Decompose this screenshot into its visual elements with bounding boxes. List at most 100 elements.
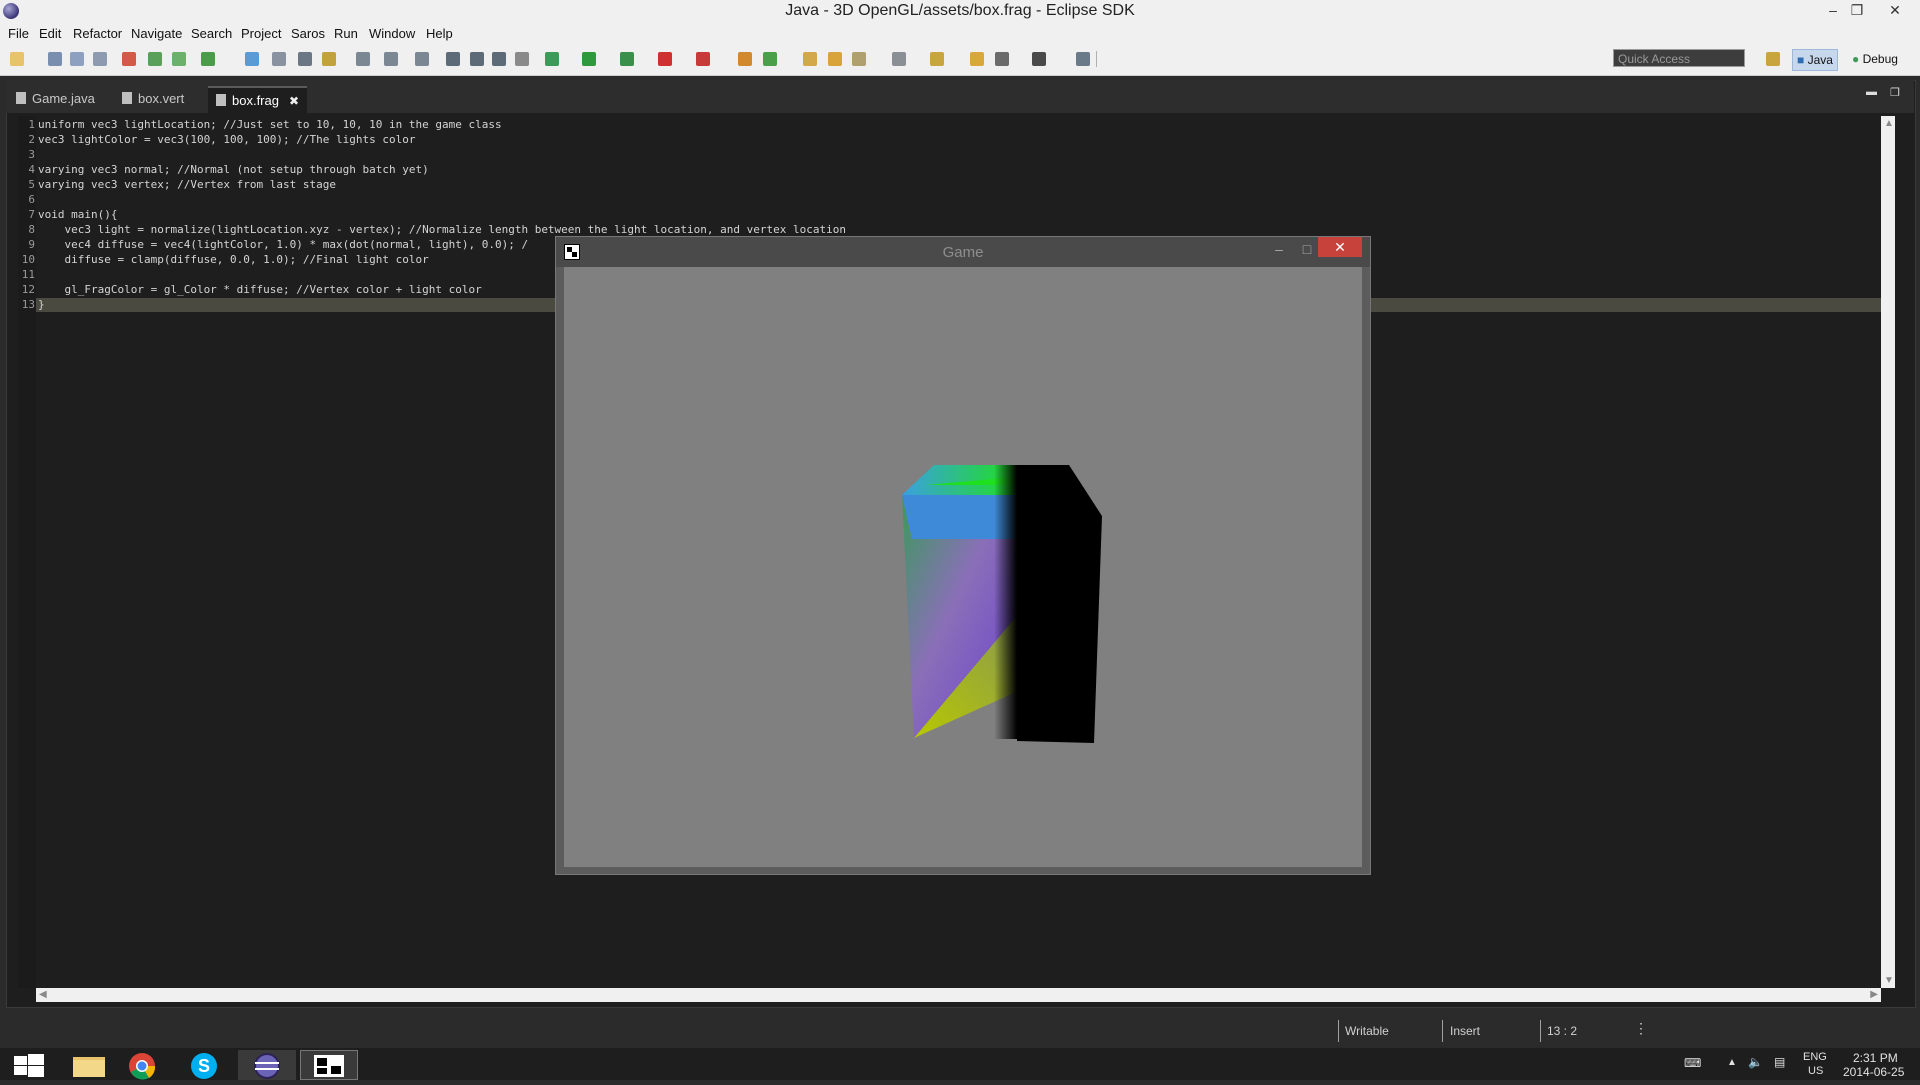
status-separator — [1338, 1020, 1339, 1042]
coverage-icon[interactable] — [620, 52, 634, 66]
check-icon[interactable] — [201, 52, 215, 66]
scroll-down-icon[interactable]: ▼ — [1884, 975, 1894, 986]
annotation-icon[interactable] — [892, 52, 906, 66]
suspend-icon[interactable] — [470, 52, 484, 66]
horizontal-scrollbar[interactable]: ◀ ▶ — [36, 988, 1881, 1002]
line-number: 13 — [21, 298, 35, 311]
windows-start-button[interactable] — [2, 1050, 60, 1080]
save-all-icon[interactable] — [70, 52, 84, 66]
menu-help[interactable]: Help — [426, 26, 453, 41]
code-line[interactable]: void main(){ — [38, 208, 117, 221]
code-line[interactable]: vec3 light = normalize(lightLocation.xyz… — [38, 223, 845, 236]
drop-frame-icon[interactable] — [356, 52, 370, 66]
network-icon[interactable]: ▤ — [1774, 1055, 1785, 1069]
close-icon[interactable]: ✖ — [289, 94, 299, 108]
open-type-icon[interactable] — [803, 52, 817, 66]
resume-icon[interactable] — [446, 52, 460, 66]
bookmark-icon[interactable] — [930, 52, 944, 66]
terminate-icon[interactable] — [492, 52, 506, 66]
prev-annotation-icon[interactable] — [970, 52, 984, 66]
maximize-editor-icon[interactable]: ❐ — [1890, 86, 1900, 99]
status-menu-icon[interactable]: ⋮ — [1634, 1020, 1648, 1037]
code-line[interactable]: vec3 lightColor = vec3(100, 100, 100); /… — [38, 133, 416, 146]
tab-label: Game.java — [32, 91, 95, 106]
chrome-button[interactable] — [114, 1050, 172, 1080]
skype-icon: S — [191, 1053, 217, 1079]
main-toolbar: Quick Access ■ Java ● Debug — [0, 43, 1920, 76]
game-close-icon[interactable]: ✕ — [1318, 237, 1362, 257]
step-icon[interactable] — [322, 52, 336, 66]
tab-label: box.vert — [138, 91, 185, 106]
save-icon[interactable] — [48, 52, 62, 66]
step-return-icon[interactable] — [415, 52, 429, 66]
new-icon[interactable] — [10, 52, 24, 66]
disconnect-icon[interactable] — [515, 52, 529, 66]
game-canvas[interactable] — [564, 267, 1362, 867]
menu-file[interactable]: File — [8, 26, 29, 41]
game-minimize-icon[interactable]: – — [1264, 239, 1294, 259]
stop-icon[interactable] — [658, 52, 672, 66]
clock-time[interactable]: 2:31 PM — [1853, 1051, 1898, 1065]
tray-expand-icon[interactable]: ▲ — [1727, 1057, 1737, 1068]
skype-button[interactable]: S — [176, 1050, 234, 1080]
minimize-editor-icon[interactable]: ▬ — [1866, 86, 1877, 98]
open-folder-icon[interactable] — [828, 52, 842, 66]
back-icon[interactable] — [995, 52, 1009, 66]
scroll-left-icon[interactable]: ◀ — [39, 989, 47, 1000]
new-class-icon[interactable] — [763, 52, 777, 66]
menu-search[interactable]: Search — [191, 26, 232, 41]
pin-icon[interactable] — [1076, 52, 1090, 66]
menu-navigate[interactable]: Navigate — [131, 26, 182, 41]
volume-icon[interactable]: 🔈 — [1748, 1055, 1763, 1069]
game-taskbar-button[interactable] — [300, 1050, 358, 1080]
code-line[interactable]: diffuse = clamp(diffuse, 0.0, 1.0); //Fi… — [38, 253, 428, 266]
menu-refactor[interactable]: Refactor — [73, 26, 122, 41]
file-explorer-button[interactable] — [60, 1050, 118, 1080]
code-line[interactable]: gl_FragColor = gl_Color * diffuse; //Ver… — [38, 283, 481, 296]
brush-icon[interactable] — [852, 52, 866, 66]
language-indicator[interactable]: ENG — [1803, 1051, 1827, 1063]
new-package-icon[interactable] — [738, 52, 752, 66]
skip-icon[interactable] — [272, 52, 286, 66]
task-icon[interactable] — [122, 52, 136, 66]
upload-icon[interactable] — [172, 52, 186, 66]
close-icon[interactable]: ✕ — [1880, 0, 1910, 20]
redo-icon[interactable] — [384, 52, 398, 66]
perspective-java[interactable]: ■ Java — [1792, 49, 1838, 71]
menu-run[interactable]: Run — [334, 26, 358, 41]
menu-project[interactable]: Project — [241, 26, 281, 41]
external-tools-icon[interactable] — [696, 52, 710, 66]
tab-game-java[interactable]: Game.java — [10, 86, 101, 111]
scroll-up-icon[interactable]: ▲ — [1884, 118, 1894, 129]
download-icon[interactable] — [148, 52, 162, 66]
perspective-java-label: Java — [1807, 53, 1833, 67]
menu-window[interactable]: Window — [369, 26, 415, 41]
code-line[interactable]: varying vec3 normal; //Normal (not setup… — [38, 163, 429, 176]
code-line[interactable]: } — [38, 298, 45, 311]
eclipse-taskbar-button[interactable] — [238, 1050, 296, 1080]
menu-saros[interactable]: Saros — [291, 26, 325, 41]
terminal-icon[interactable] — [245, 52, 259, 66]
run-icon[interactable] — [582, 52, 596, 66]
scroll-right-icon[interactable]: ▶ — [1870, 989, 1878, 1000]
clock-date[interactable]: 2014-06-25 — [1843, 1065, 1904, 1079]
perspective-debug[interactable]: ● Debug — [1852, 49, 1898, 69]
forward-icon[interactable] — [1032, 52, 1046, 66]
quick-access-input[interactable]: Quick Access — [1613, 49, 1745, 67]
game-titlebar[interactable]: Game – □ ✕ — [556, 237, 1370, 267]
region-indicator[interactable]: US — [1808, 1065, 1823, 1077]
tab-box-vert[interactable]: box.vert — [116, 86, 190, 111]
restore-icon[interactable]: ❐ — [1842, 0, 1872, 20]
tab-box-frag[interactable]: box.frag ✖ — [208, 86, 308, 113]
debug-icon[interactable] — [545, 52, 559, 66]
vertical-scrollbar[interactable]: ▲ ▼ — [1881, 116, 1895, 988]
menu-edit[interactable]: Edit — [39, 26, 61, 41]
open-perspective-icon[interactable] — [1766, 52, 1780, 66]
code-line[interactable]: vec4 diffuse = vec4(lightColor, 1.0) * m… — [38, 238, 528, 251]
list-icon[interactable] — [298, 52, 312, 66]
print-icon[interactable] — [93, 52, 107, 66]
code-line[interactable]: varying vec3 vertex; //Vertex from last … — [38, 178, 336, 191]
rendered-cube — [902, 465, 1102, 743]
code-line[interactable]: uniform vec3 lightLocation; //Just set t… — [38, 118, 502, 131]
keyboard-icon[interactable]: ⌨ — [1684, 1056, 1701, 1070]
